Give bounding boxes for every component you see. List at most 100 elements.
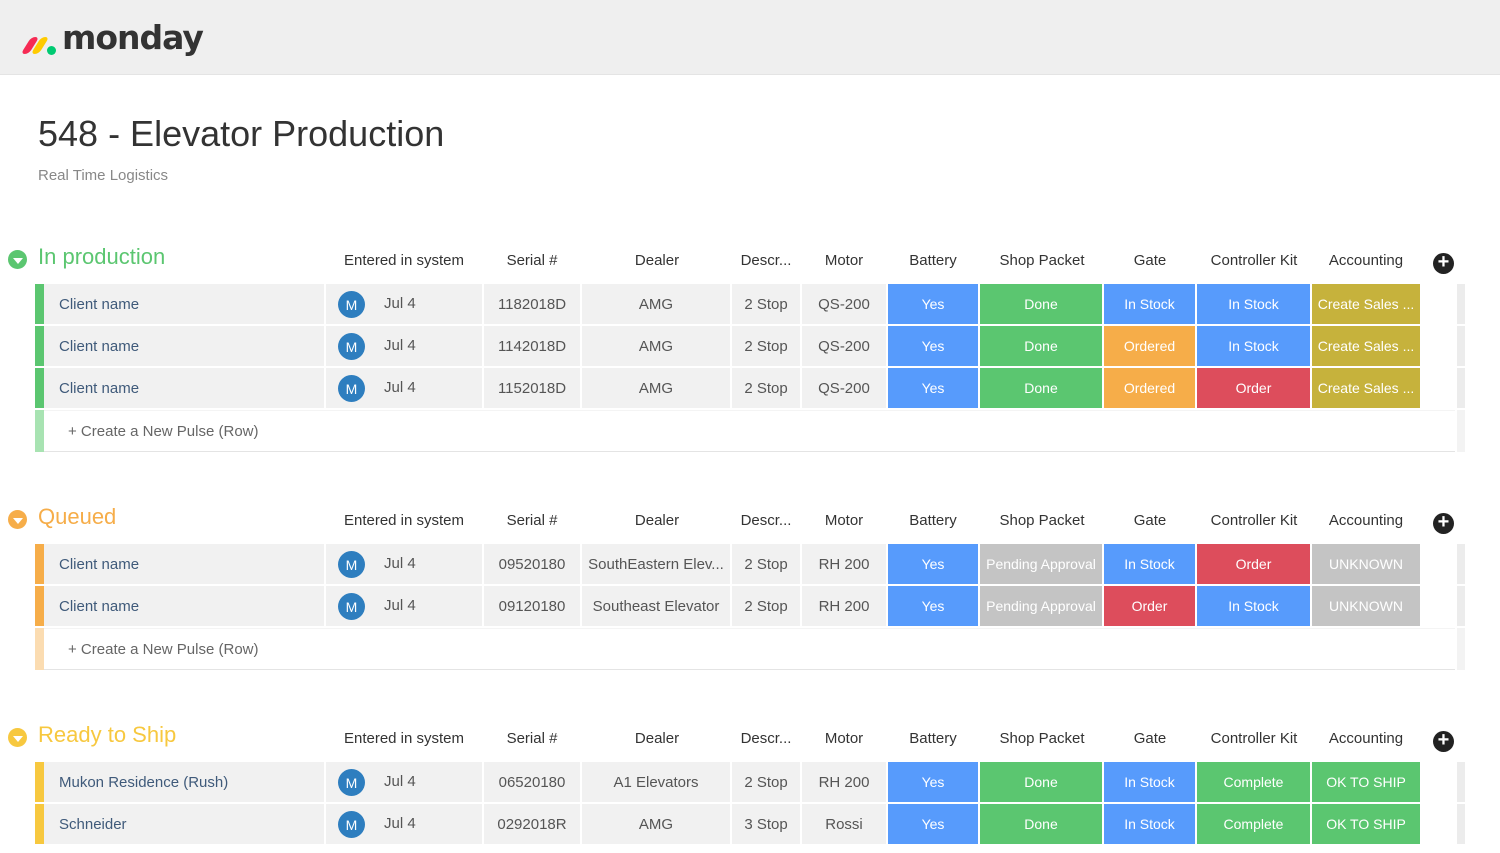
cell-descr[interactable]: 2 Stop — [732, 762, 800, 802]
create-pulse-row[interactable]: + Create a New Pulse (Row) — [35, 628, 1465, 670]
create-pulse-button[interactable]: + Create a New Pulse (Row) — [44, 628, 1455, 670]
cell-dealer[interactable]: AMG — [582, 326, 730, 366]
create-pulse-row[interactable]: + Create a New Pulse (Row) — [35, 410, 1465, 452]
cell-name[interactable]: Client name — [44, 368, 324, 408]
cell-descr[interactable]: 2 Stop — [732, 368, 800, 408]
collapse-chevron-icon[interactable] — [8, 510, 27, 529]
cell-motor[interactable]: RH 200 — [802, 586, 886, 626]
cell-gate[interactable]: In Stock — [1104, 762, 1195, 802]
avatar[interactable]: M — [338, 291, 365, 318]
cell-date[interactable]: M Jul 4 — [326, 762, 482, 802]
cell-shop[interactable]: Done — [980, 284, 1102, 324]
cell-kit[interactable]: In Stock — [1197, 586, 1310, 626]
column-header-serial[interactable]: Serial # — [462, 252, 602, 269]
cell-kit[interactable]: Order — [1197, 544, 1310, 584]
cell-battery[interactable]: Yes — [888, 762, 978, 802]
column-header-entered[interactable]: Entered in system — [334, 252, 474, 269]
collapse-chevron-icon[interactable] — [8, 728, 27, 747]
column-header-serial[interactable]: Serial # — [462, 512, 602, 529]
cell-battery[interactable]: Yes — [888, 586, 978, 626]
cell-motor[interactable]: QS-200 — [802, 326, 886, 366]
group-title[interactable]: Queued — [38, 504, 116, 530]
cell-shop[interactable]: Done — [980, 326, 1102, 366]
cell-battery[interactable]: Yes — [888, 544, 978, 584]
cell-acct[interactable]: Create Sales ... — [1312, 284, 1420, 324]
board-subtitle[interactable]: Real Time Logistics — [38, 167, 168, 184]
cell-gate[interactable]: In Stock — [1104, 284, 1195, 324]
column-header-accounting[interactable]: Accounting — [1296, 512, 1436, 529]
cell-date[interactable]: M Jul 4 — [326, 284, 482, 324]
cell-serial[interactable]: 09520180 — [484, 544, 580, 584]
cell-name[interactable]: Mukon Residence (Rush) — [44, 762, 324, 802]
cell-shop[interactable]: Pending Approval — [980, 544, 1102, 584]
cell-date[interactable]: M Jul 4 — [326, 804, 482, 844]
group-title[interactable]: In production — [38, 244, 165, 270]
column-header-entered[interactable]: Entered in system — [334, 730, 474, 747]
collapse-chevron-icon[interactable] — [8, 250, 27, 269]
cell-battery[interactable]: Yes — [888, 368, 978, 408]
cell-date[interactable]: M Jul 4 — [326, 586, 482, 626]
cell-gate[interactable]: Order — [1104, 586, 1195, 626]
add-column-icon[interactable]: + — [1433, 512, 1454, 534]
cell-gate[interactable]: Ordered — [1104, 368, 1195, 408]
cell-serial[interactable]: 1142018D — [484, 326, 580, 366]
cell-shop[interactable]: Pending Approval — [980, 586, 1102, 626]
cell-dealer[interactable]: AMG — [582, 368, 730, 408]
avatar[interactable]: M — [338, 551, 365, 578]
cell-date[interactable]: M Jul 4 — [326, 326, 482, 366]
cell-serial[interactable]: 1152018D — [484, 368, 580, 408]
cell-gate[interactable]: In Stock — [1104, 544, 1195, 584]
add-column-icon[interactable]: + — [1433, 252, 1454, 274]
create-pulse-button[interactable]: + Create a New Pulse (Row) — [44, 410, 1455, 452]
column-header-accounting[interactable]: Accounting — [1296, 252, 1436, 269]
column-header-serial[interactable]: Serial # — [462, 730, 602, 747]
avatar[interactable]: M — [338, 769, 365, 796]
cell-kit[interactable]: Complete — [1197, 762, 1310, 802]
cell-name[interactable]: Client name — [44, 586, 324, 626]
monday-logo[interactable]: monday — [20, 18, 204, 58]
cell-motor[interactable]: RH 200 — [802, 544, 886, 584]
cell-name[interactable]: Schneider — [44, 804, 324, 844]
cell-acct[interactable]: OK TO SHIP — [1312, 804, 1420, 844]
cell-acct[interactable]: UNKNOWN — [1312, 544, 1420, 584]
add-column-icon[interactable]: + — [1433, 730, 1454, 752]
cell-kit[interactable]: Complete — [1197, 804, 1310, 844]
cell-descr[interactable]: 2 Stop — [732, 284, 800, 324]
cell-descr[interactable]: 3 Stop — [732, 804, 800, 844]
cell-date[interactable]: M Jul 4 — [326, 544, 482, 584]
avatar[interactable]: M — [338, 811, 365, 838]
cell-battery[interactable]: Yes — [888, 326, 978, 366]
cell-serial[interactable]: 1182018D — [484, 284, 580, 324]
cell-kit[interactable]: Order — [1197, 368, 1310, 408]
cell-acct[interactable]: Create Sales ... — [1312, 326, 1420, 366]
cell-dealer[interactable]: AMG — [582, 804, 730, 844]
cell-motor[interactable]: QS-200 — [802, 368, 886, 408]
cell-acct[interactable]: OK TO SHIP — [1312, 762, 1420, 802]
cell-gate[interactable]: Ordered — [1104, 326, 1195, 366]
cell-shop[interactable]: Done — [980, 762, 1102, 802]
cell-dealer[interactable]: A1 Elevators — [582, 762, 730, 802]
cell-serial[interactable]: 09120180 — [484, 586, 580, 626]
cell-date[interactable]: M Jul 4 — [326, 368, 482, 408]
column-header-entered[interactable]: Entered in system — [334, 512, 474, 529]
cell-kit[interactable]: In Stock — [1197, 326, 1310, 366]
cell-motor[interactable]: QS-200 — [802, 284, 886, 324]
cell-name[interactable]: Client name — [44, 544, 324, 584]
cell-name[interactable]: Client name — [44, 284, 324, 324]
group-title[interactable]: Ready to Ship — [38, 722, 176, 748]
cell-dealer[interactable]: AMG — [582, 284, 730, 324]
cell-dealer[interactable]: SouthEastern Elev... — [582, 544, 730, 584]
avatar[interactable]: M — [338, 333, 365, 360]
cell-name[interactable]: Client name — [44, 326, 324, 366]
cell-shop[interactable]: Done — [980, 804, 1102, 844]
cell-acct[interactable]: UNKNOWN — [1312, 586, 1420, 626]
cell-descr[interactable]: 2 Stop — [732, 326, 800, 366]
cell-descr[interactable]: 2 Stop — [732, 586, 800, 626]
cell-dealer[interactable]: Southeast Elevator — [582, 586, 730, 626]
board-title[interactable]: 548 - Elevator Production — [38, 113, 444, 155]
cell-shop[interactable]: Done — [980, 368, 1102, 408]
cell-serial[interactable]: 0292018R — [484, 804, 580, 844]
cell-gate[interactable]: In Stock — [1104, 804, 1195, 844]
cell-battery[interactable]: Yes — [888, 284, 978, 324]
cell-acct[interactable]: Create Sales ... — [1312, 368, 1420, 408]
